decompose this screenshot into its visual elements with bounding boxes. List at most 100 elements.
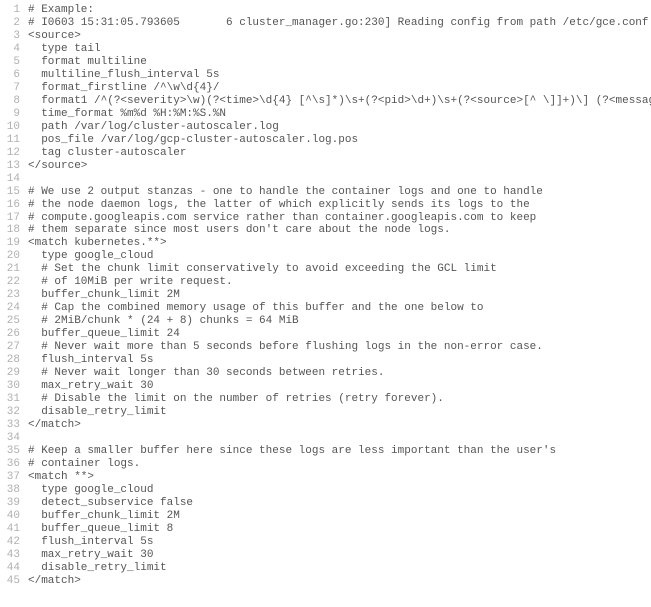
line-content: # Disable the limit on the number of ret… [28, 393, 651, 406]
code-line: 17# compute.googleapis.com service rathe… [0, 212, 651, 225]
line-content: # Never wait more than 5 seconds before … [28, 341, 651, 354]
line-number: 32 [0, 406, 28, 419]
line-number: 20 [0, 250, 28, 263]
line-number: 43 [0, 549, 28, 562]
line-number: 3 [0, 30, 28, 43]
line-number: 30 [0, 380, 28, 393]
line-number: 34 [0, 432, 28, 445]
line-number: 18 [0, 224, 28, 237]
line-content: </match> [28, 419, 651, 432]
line-number: 29 [0, 367, 28, 380]
line-number: 22 [0, 276, 28, 289]
code-line: 39 detect_subservice false [0, 497, 651, 510]
line-content: max_retry_wait 30 [28, 380, 651, 393]
line-content: # Cap the combined memory usage of this … [28, 302, 651, 315]
code-line: 29 # Never wait longer than 30 seconds b… [0, 367, 651, 380]
code-line: 3<source> [0, 30, 651, 43]
line-content: disable_retry_limit [28, 406, 651, 419]
line-content: # of 10MiB per write request. [28, 276, 651, 289]
line-number: 28 [0, 354, 28, 367]
line-number: 42 [0, 536, 28, 549]
line-content: flush_interval 5s [28, 536, 651, 549]
line-number: 8 [0, 95, 28, 108]
line-number: 1 [0, 4, 28, 17]
line-number: 44 [0, 562, 28, 575]
line-number: 33 [0, 419, 28, 432]
code-line: 16# the node daemon logs, the latter of … [0, 199, 651, 212]
code-line: 11 pos_file /var/log/gcp-cluster-autosca… [0, 134, 651, 147]
code-line: 32 disable_retry_limit [0, 406, 651, 419]
line-number: 39 [0, 497, 28, 510]
code-line: 31 # Disable the limit on the number of … [0, 393, 651, 406]
line-content: buffer_chunk_limit 2M [28, 510, 651, 523]
line-number: 38 [0, 484, 28, 497]
code-block: 1# Example: 2# I0603 15:31:05.793605 6 c… [0, 4, 651, 588]
line-content: flush_interval 5s [28, 354, 651, 367]
line-number: 9 [0, 108, 28, 121]
line-number: 31 [0, 393, 28, 406]
line-content: # them separate since most users don't c… [28, 224, 651, 237]
line-content: # Example: [28, 4, 651, 17]
line-number: 27 [0, 341, 28, 354]
line-content: max_retry_wait 30 [28, 549, 651, 562]
code-line: 20 type google_cloud [0, 250, 651, 263]
line-content: format multiline [28, 56, 651, 69]
line-content [28, 432, 651, 445]
line-content: type tail [28, 43, 651, 56]
line-content: multiline_flush_interval 5s [28, 69, 651, 82]
code-line: 22 # of 10MiB per write request. [0, 276, 651, 289]
code-line: 5 format multiline [0, 56, 651, 69]
line-content: </source> [28, 160, 651, 173]
line-content: buffer_queue_limit 8 [28, 523, 651, 536]
line-content: </match> [28, 575, 651, 588]
code-line: 33</match> [0, 419, 651, 432]
line-content: buffer_queue_limit 24 [28, 328, 651, 341]
code-line: 37<match **> [0, 471, 651, 484]
code-line: 38 type google_cloud [0, 484, 651, 497]
code-line: 4 type tail [0, 43, 651, 56]
line-content: # I0603 15:31:05.793605 6 cluster_manage… [28, 17, 651, 30]
code-line: 12 tag cluster-autoscaler [0, 147, 651, 160]
line-content: pos_file /var/log/gcp-cluster-autoscaler… [28, 134, 651, 147]
line-number: 24 [0, 302, 28, 315]
line-number: 15 [0, 186, 28, 199]
line-number: 45 [0, 575, 28, 588]
code-line: 34 [0, 432, 651, 445]
line-content: # Keep a smaller buffer here since these… [28, 445, 651, 458]
line-content: disable_retry_limit [28, 562, 651, 575]
line-number: 4 [0, 43, 28, 56]
line-number: 7 [0, 82, 28, 95]
line-content: type google_cloud [28, 250, 651, 263]
code-line: 30 max_retry_wait 30 [0, 380, 651, 393]
line-number: 17 [0, 212, 28, 225]
code-line: 1# Example: [0, 4, 651, 17]
line-content: # 2MiB/chunk * (24 + 8) chunks = 64 MiB [28, 315, 651, 328]
code-line: 23 buffer_chunk_limit 2M [0, 289, 651, 302]
code-line: 43 max_retry_wait 30 [0, 549, 651, 562]
code-line: 15# We use 2 output stanzas - one to han… [0, 186, 651, 199]
line-number: 35 [0, 445, 28, 458]
code-line: 28 flush_interval 5s [0, 354, 651, 367]
line-number: 37 [0, 471, 28, 484]
line-number: 41 [0, 523, 28, 536]
line-content: # the node daemon logs, the latter of wh… [28, 199, 651, 212]
line-content: <match **> [28, 471, 651, 484]
line-content: <source> [28, 30, 651, 43]
code-line: 9 time_format %m%d %H:%M:%S.%N [0, 108, 651, 121]
line-content [28, 173, 651, 186]
line-number: 23 [0, 289, 28, 302]
line-content: format1 /^(?<severity>\w)(?<time>\d{4} [… [28, 95, 651, 108]
line-content: time_format %m%d %H:%M:%S.%N [28, 108, 651, 121]
code-line: 14 [0, 173, 651, 186]
code-line: 41 buffer_queue_limit 8 [0, 523, 651, 536]
line-number: 16 [0, 199, 28, 212]
code-line: 35# Keep a smaller buffer here since the… [0, 445, 651, 458]
line-number: 6 [0, 69, 28, 82]
code-line: 44 disable_retry_limit [0, 562, 651, 575]
line-number: 13 [0, 160, 28, 173]
line-number: 5 [0, 56, 28, 69]
code-line: 25 # 2MiB/chunk * (24 + 8) chunks = 64 M… [0, 315, 651, 328]
line-number: 40 [0, 510, 28, 523]
code-line: 2# I0603 15:31:05.793605 6 cluster_manag… [0, 17, 651, 30]
line-number: 19 [0, 237, 28, 250]
